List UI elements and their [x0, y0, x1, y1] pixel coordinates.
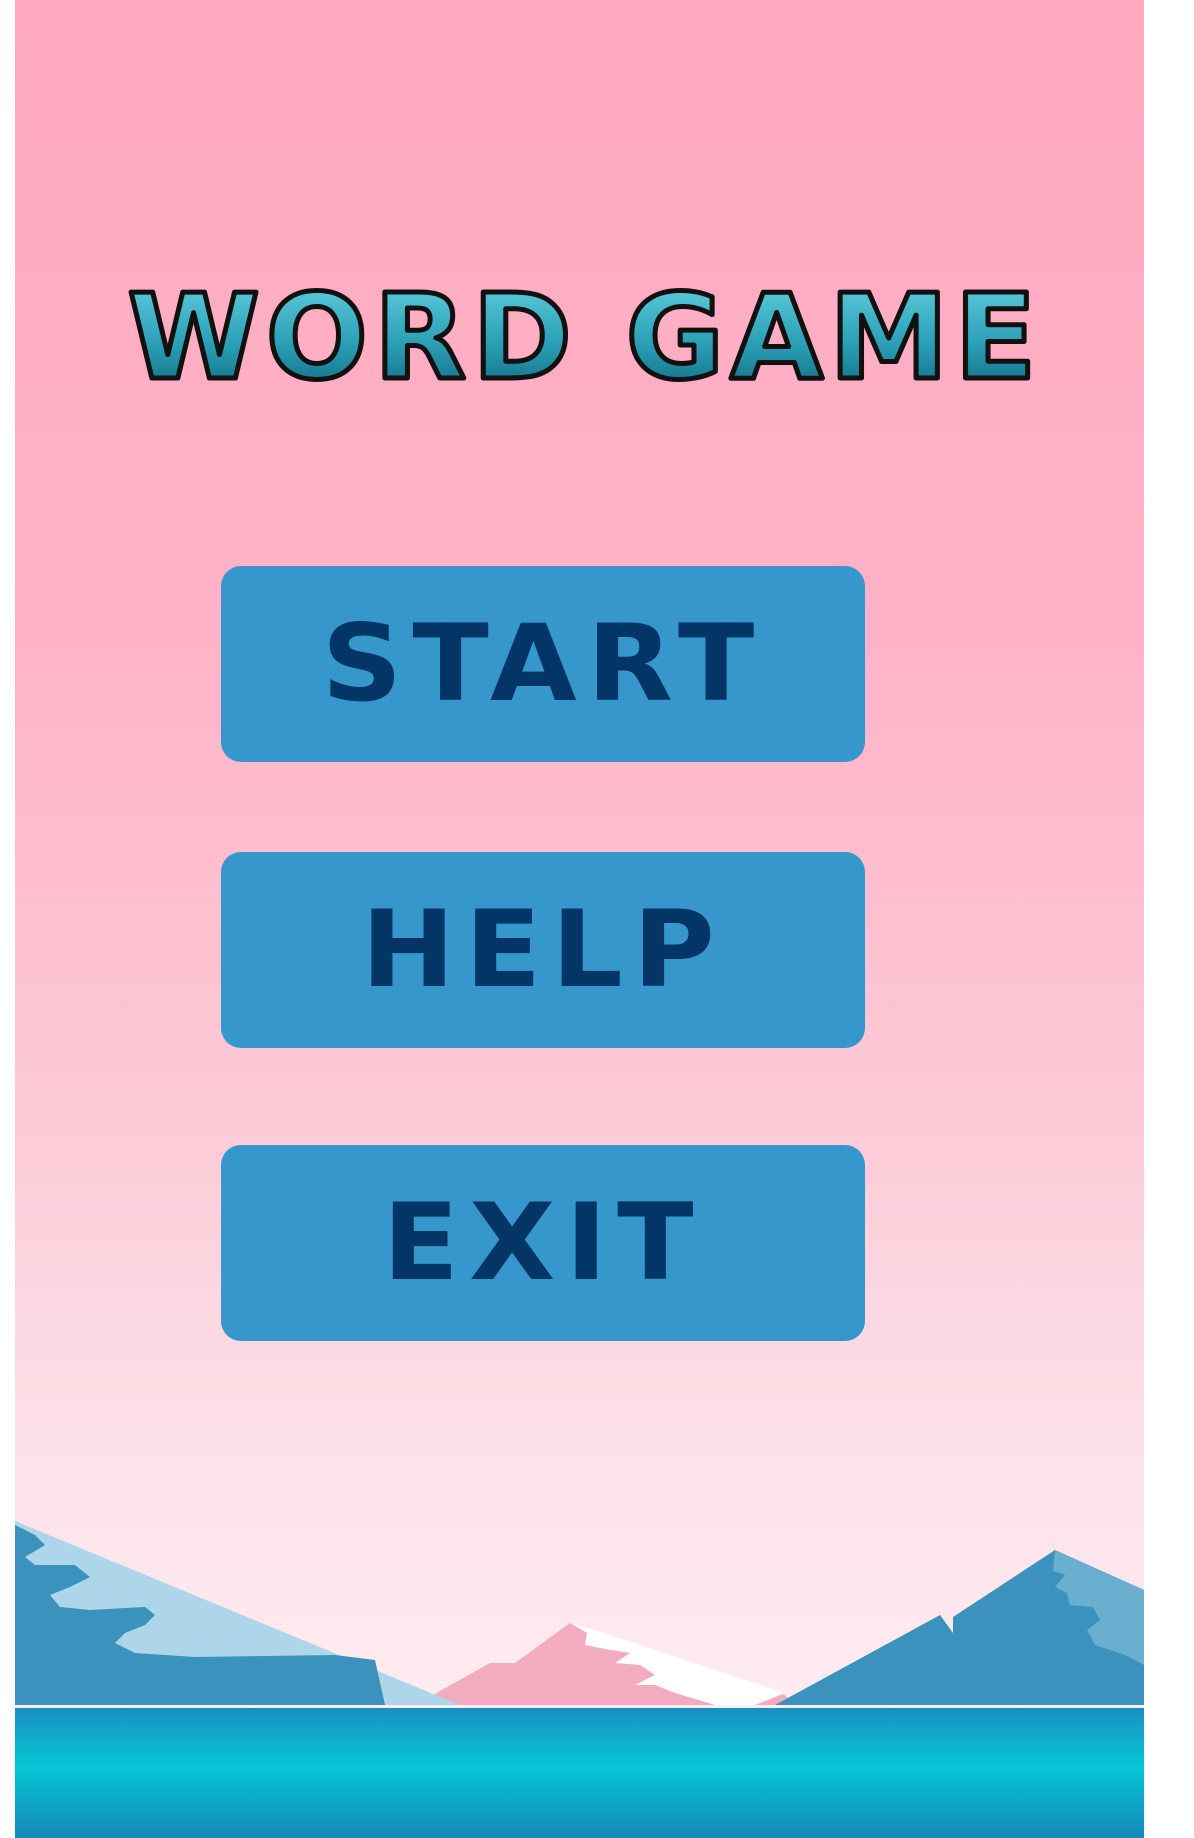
start-button-label: START [321, 602, 765, 726]
exit-button-label: EXIT [382, 1181, 704, 1305]
game-title: WORD GAME [128, 270, 1043, 400]
exit-button[interactable]: EXIT [221, 1145, 865, 1341]
game-screen: WORD GAME START HELP EXIT [15, 0, 1144, 1838]
start-button[interactable]: START [221, 566, 865, 762]
water-band [15, 1708, 1144, 1838]
mountain-scenery [15, 1521, 1144, 1838]
help-button[interactable]: HELP [221, 852, 865, 1048]
game-title-logo: WORD GAME [125, 270, 1043, 400]
help-button-label: HELP [361, 888, 725, 1012]
